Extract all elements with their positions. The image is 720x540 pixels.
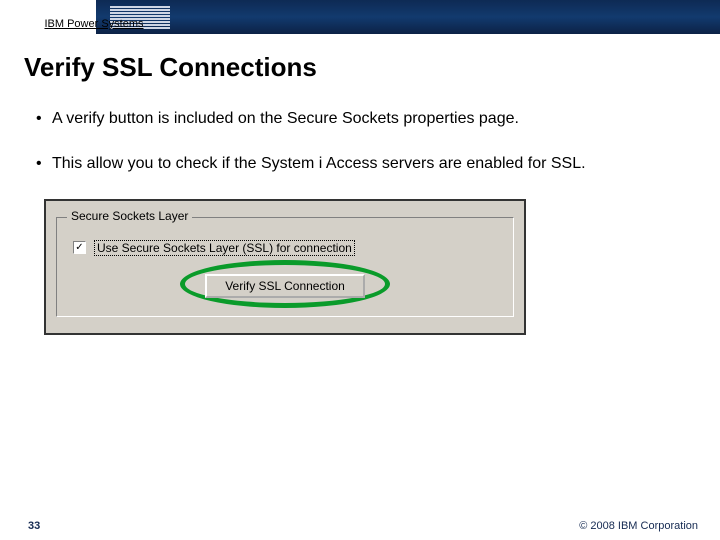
dialog-panel: Secure Sockets Layer ✓ Use Secure Socket…: [44, 199, 526, 335]
slide: IBM Power Systems Verify SSL Connections…: [0, 0, 720, 540]
footer: 33 © 2008 IBM Corporation: [0, 514, 720, 540]
page-number: 33: [28, 520, 40, 532]
secure-sockets-groupbox: Secure Sockets Layer ✓ Use Secure Socket…: [56, 217, 514, 317]
bullet-item: A verify button is included on the Secur…: [36, 109, 690, 130]
groupbox-legend: Secure Sockets Layer: [67, 209, 192, 223]
brand-text: IBM Power Systems: [44, 18, 143, 30]
brand-strip: IBM Power Systems: [0, 0, 96, 34]
bullet-item: This allow you to check if the System i …: [36, 154, 690, 175]
check-icon: ✓: [75, 243, 83, 253]
verify-button-wrap: Verify SSL Connection: [73, 274, 497, 298]
slide-title: Verify SSL Connections: [0, 34, 720, 83]
copyright-text: © 2008 IBM Corporation: [579, 520, 698, 532]
verify-ssl-button[interactable]: Verify SSL Connection: [205, 274, 365, 298]
ssl-checkbox-row: ✓ Use Secure Sockets Layer (SSL) for con…: [73, 240, 497, 256]
use-ssl-label: Use Secure Sockets Layer (SSL) for conne…: [94, 240, 355, 256]
use-ssl-checkbox[interactable]: ✓: [73, 241, 86, 254]
slide-body: A verify button is included on the Secur…: [0, 83, 720, 335]
top-bar: IBM Power Systems: [0, 0, 720, 34]
